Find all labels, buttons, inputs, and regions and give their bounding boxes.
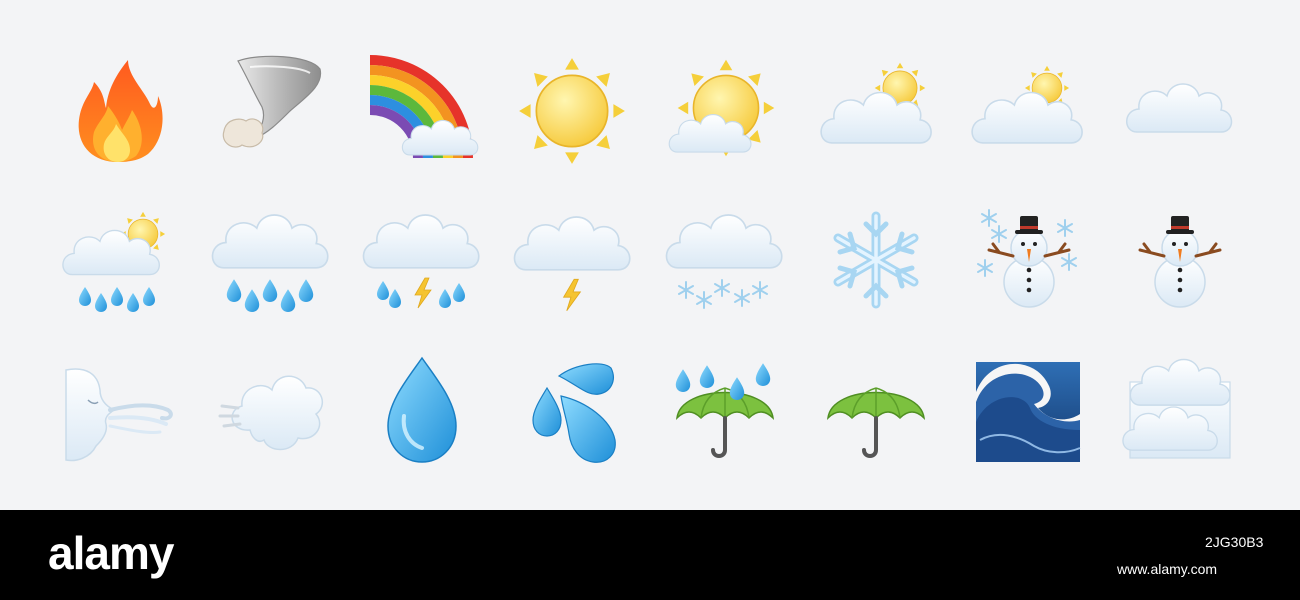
fog-icon xyxy=(1122,358,1231,459)
cloud-with-lightning-and-rain-icon xyxy=(362,214,480,309)
sun-behind-small-cloud-icon xyxy=(668,58,776,158)
sweat-droplets-icon xyxy=(532,363,616,463)
cloud-with-rain-icon xyxy=(211,214,329,312)
snowman-without-snow-icon xyxy=(1138,214,1222,309)
image-id-label: 2JG30B3 xyxy=(1205,534,1264,550)
brand-logo: alamy xyxy=(48,527,174,579)
fire-icon xyxy=(78,60,163,162)
cloud-with-snow-icon xyxy=(665,214,783,309)
watermark-footer: alamy 2JG30B3 www.alamy.com xyxy=(0,510,1300,600)
sun-icon xyxy=(518,57,626,165)
sun-behind-large-cloud-icon xyxy=(971,65,1083,144)
snowflake-icon xyxy=(833,211,919,309)
umbrella-with-rain-drops-icon xyxy=(675,363,775,458)
dashing-away-icon xyxy=(218,375,324,451)
sun-behind-rain-cloud-icon xyxy=(62,211,166,312)
cloud-with-lightning-icon xyxy=(513,216,631,312)
site-url-label: www.alamy.com xyxy=(1117,561,1218,577)
sun-behind-cloud-icon xyxy=(820,62,932,144)
droplet-icon xyxy=(387,356,457,463)
water-wave-icon xyxy=(976,362,1081,462)
umbrella-icon xyxy=(826,386,926,458)
cloud-icon xyxy=(1125,83,1233,133)
tornado-icon xyxy=(222,55,322,148)
snowman-icon xyxy=(977,209,1077,309)
emoji-canvas xyxy=(0,0,1300,510)
rainbow-icon xyxy=(369,55,479,159)
wind-face-icon xyxy=(65,368,173,462)
